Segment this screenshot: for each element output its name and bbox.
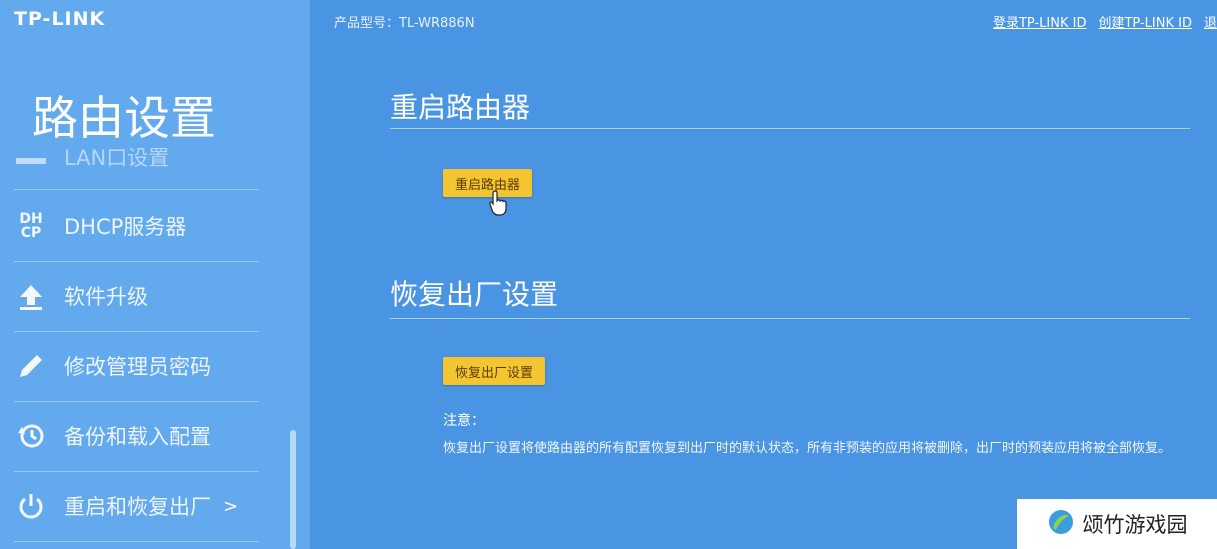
note-title: 注意： <box>443 413 485 429</box>
factory-reset-button[interactable]: 恢复出厂设置 <box>443 357 546 385</box>
login-tplink-id-link[interactable]: 登录TP-LINK ID <box>993 12 1087 31</box>
sidebar-scrollbar[interactable] <box>290 430 296 549</box>
chevron-right-icon: > <box>223 495 239 517</box>
watermark-text: 颂竹游戏园 <box>1082 513 1188 537</box>
power-icon <box>14 489 48 523</box>
sidebar: TP-LINK 路由设置 LAN口设置 DH CP DHCP服务器 软件升级 修改… <box>0 0 310 549</box>
dhcp-icon: DH CP <box>19 211 43 241</box>
upload-icon <box>14 279 48 313</box>
reset-section-title: 恢复出厂设置 <box>390 278 559 311</box>
tp-link-logo: TP-LINK <box>14 8 106 30</box>
sidebar-item-label: LAN口设置 <box>64 146 170 170</box>
sidebar-item-label: DHCP服务器 <box>64 215 187 239</box>
note-text: 恢复出厂设置将使路由器的所有配置恢复到出厂时的默认状态，所有非预装的应用将被删除… <box>443 441 1172 456</box>
sidebar-item-reboot-reset[interactable]: 重启和恢复出厂 > <box>14 471 259 542</box>
logout-link[interactable]: 退 <box>1204 12 1217 31</box>
sidebar-item-lan[interactable]: LAN口设置 <box>14 125 259 190</box>
watermark: 颂竹游戏园 <box>1017 499 1217 549</box>
sidebar-item-password[interactable]: 修改管理员密码 <box>14 331 259 402</box>
divider <box>390 128 1190 129</box>
sidebar-item-label: 重启和恢复出厂 <box>64 495 211 519</box>
product-model: 产品型号：TL-WR886N <box>334 16 475 31</box>
reboot-section-title: 重启路由器 <box>390 91 531 124</box>
pencil-icon <box>14 349 48 383</box>
hand-cursor-icon <box>489 190 509 220</box>
create-tplink-id-link[interactable]: 创建TP-LINK ID <box>1098 12 1192 31</box>
sidebar-item-label: 软件升级 <box>64 285 148 309</box>
top-links: 登录TP-LINK ID 创建TP-LINK ID 退 <box>993 12 1217 31</box>
divider <box>390 318 1190 319</box>
sidebar-item-backup[interactable]: 备份和载入配置 <box>14 401 259 472</box>
reboot-button[interactable]: 重启路由器 <box>443 169 533 197</box>
sidebar-item-label: 修改管理员密码 <box>64 355 211 379</box>
lan-icon <box>14 140 48 174</box>
sidebar-item-dhcp[interactable]: DH CP DHCP服务器 <box>14 191 259 262</box>
leaf-logo-icon <box>1047 508 1075 540</box>
sidebar-item-label: 备份和载入配置 <box>64 425 211 449</box>
sidebar-item-upgrade[interactable]: 软件升级 <box>14 261 259 332</box>
history-icon <box>14 419 48 453</box>
